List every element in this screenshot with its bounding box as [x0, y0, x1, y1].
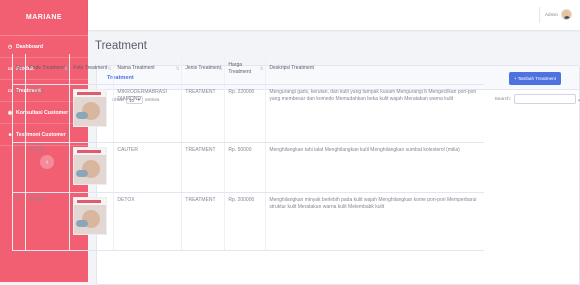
cell-nama: DETOX — [113, 192, 182, 251]
treatment-photo[interactable] — [73, 196, 108, 235]
cell-no: 1 — [11, 84, 26, 143]
header-label: Foto Treatment — [73, 65, 108, 72]
cell-harga: Rp. 50000 — [224, 142, 266, 193]
cell-no: 3 — [11, 192, 26, 251]
header-kode[interactable]: Kode Treatment ⇅ — [25, 54, 70, 85]
sort-icon: ⇅ — [63, 66, 68, 71]
header-deskripsi[interactable]: Deskripsi Treatment — [265, 54, 484, 85]
topbar: Admin — [88, 0, 580, 30]
table-row: 3 KT003 DETOX TREATMENT Rp. 200000 Mengh… — [11, 192, 484, 251]
avatar — [561, 9, 572, 20]
treatment-photo[interactable] — [73, 146, 108, 185]
cell-deskripsi: Menghilangkan minyak berlebih pada kulit… — [265, 192, 484, 251]
search-input[interactable] — [514, 94, 576, 104]
table-row: 1 KT001 MIKRODERMABRASI DIAMOND TREATMEN… — [11, 84, 484, 143]
header-label: Nama Treatment — [117, 65, 155, 72]
sort-icon: ⇅ — [259, 66, 264, 71]
header-label: Harga Treatment — [228, 62, 252, 75]
treatment-photo[interactable] — [73, 88, 108, 127]
user-menu[interactable]: Admin — [545, 9, 572, 20]
cell-foto — [69, 84, 114, 143]
header-no[interactable]: No ⇅ — [11, 54, 26, 85]
cell-deskripsi: Menghilangkan tahi lalat Menghilangkan k… — [265, 142, 484, 193]
header-nama[interactable]: Nama Treatment ⇅ — [113, 54, 182, 85]
cell-jenis: TREATMENT — [181, 142, 225, 193]
cell-foto — [69, 142, 114, 193]
header-label: Deskripsi Treatment — [269, 65, 314, 72]
cell-harga: Rp. 220000 — [224, 84, 266, 143]
header-label: Kode Treatment — [29, 65, 65, 72]
cell-jenis: TREATMENT — [181, 192, 225, 251]
cell-kode: KT003 — [25, 192, 70, 251]
user-name: Admin — [544, 12, 558, 17]
table-row: 2 KT002 CAUTER TREATMENT Rp. 50000 Mengh… — [11, 142, 484, 193]
sort-icon: ⇅ — [19, 66, 24, 71]
cell-kode: KT002 — [25, 142, 70, 193]
add-treatment-button[interactable]: + Tambah Treatment — [508, 72, 561, 85]
treatment-table: No ⇅ Kode Treatment ⇅ Foto Treatment ⇅ Nama… — [11, 54, 484, 251]
cell-deskripsi: Mengurangi garis, kerutan, dan kulit yan… — [265, 84, 484, 143]
brand-logo[interactable]: MARIANE — [0, 0, 88, 36]
page-title: Treatment — [95, 40, 147, 52]
header-foto[interactable]: Foto Treatment ⇅ — [69, 54, 114, 85]
cell-nama: CAUTER — [113, 142, 182, 193]
sidebar-item-label: Dashboard — [16, 43, 44, 50]
search-label: Search: — [494, 96, 511, 102]
cell-jenis: TREATMENT — [181, 84, 225, 143]
header-jenis[interactable]: Jenis Treatment ⇅ — [181, 54, 225, 85]
header-harga[interactable]: Harga Treatment ⇅ — [224, 54, 266, 85]
search-control: Search: ▴ — [494, 94, 580, 104]
cell-no: 2 — [11, 142, 26, 193]
cell-foto — [69, 192, 114, 251]
cell-nama: MIKRODERMABRASI DIAMOND — [113, 84, 182, 143]
table-header-row: No ⇅ Kode Treatment ⇅ Foto Treatment ⇅ Nama… — [11, 54, 484, 85]
sort-icon: ⇅ — [107, 66, 112, 71]
dashboard-icon: ◷ — [7, 43, 13, 50]
header-label: Jenis Treatment — [185, 65, 221, 72]
cell-kode: KT001 — [25, 84, 70, 143]
cell-harga: Rp. 200000 — [224, 192, 266, 251]
topbar-divider — [539, 7, 540, 23]
sort-icon: ⇅ — [175, 66, 180, 71]
sort-icon: ⇅ — [218, 66, 223, 71]
